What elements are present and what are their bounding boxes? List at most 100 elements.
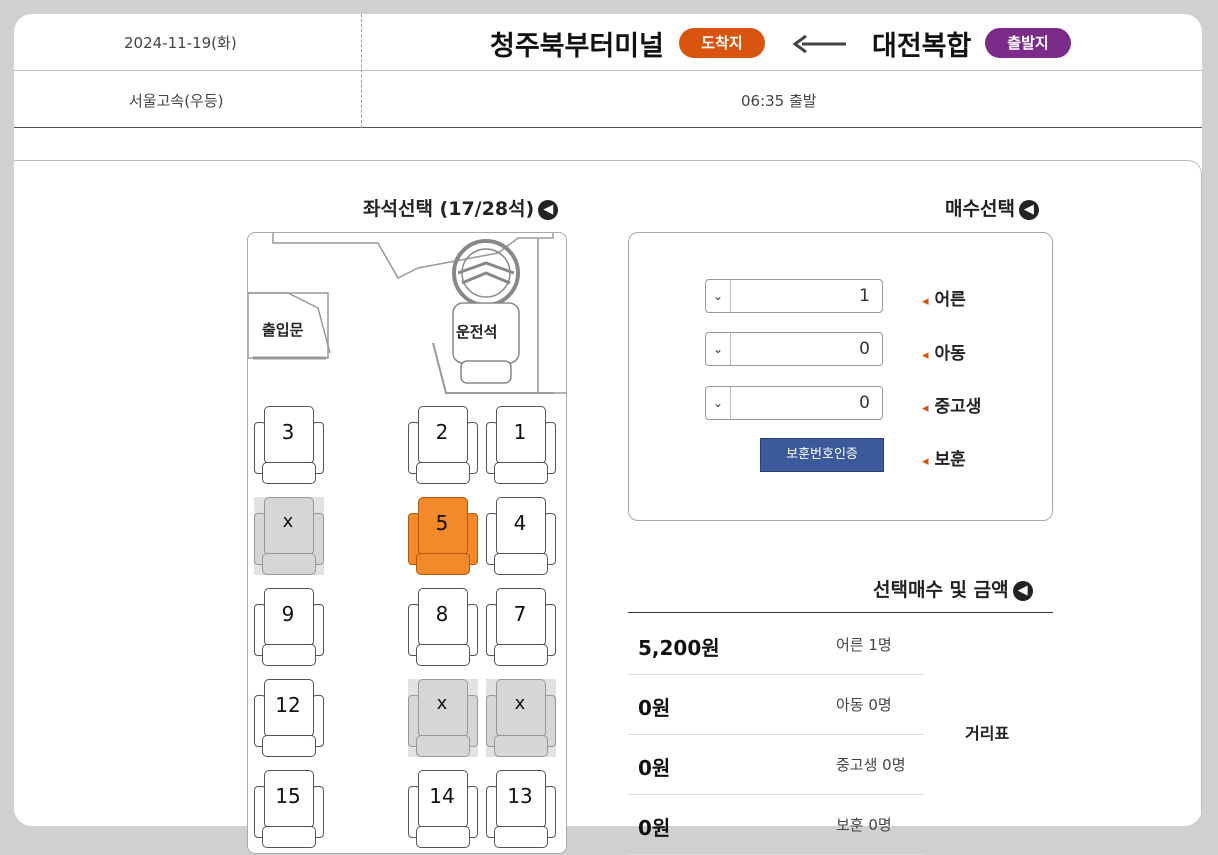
driver-seat-label: 운전석 xyxy=(456,323,498,341)
seat-section-title: 좌석선택 (17/28석) ◀ xyxy=(363,194,559,221)
child-count-value: 0 xyxy=(859,339,870,359)
bus-seat-map: 운전석 출입문 1 2 3 4 5 x 7 8 9 x x 12 13 14 15 xyxy=(247,232,567,854)
adult-count-value: 1 xyxy=(859,286,870,306)
amount-side-label: 거리표 xyxy=(965,724,1010,743)
veteran-label-text: 보훈 xyxy=(934,450,966,470)
departure-date: 2024-11-19(화) xyxy=(124,34,237,52)
seat-section-title-text: 좌석선택 (17/28석) xyxy=(363,198,535,220)
window-top-edge xyxy=(0,0,1218,12)
destination-badge: 도착지 xyxy=(679,28,765,58)
bullet-icon: ◂ xyxy=(922,454,929,469)
bullet-icon: ◂ xyxy=(922,401,929,416)
seat-number: 1 xyxy=(513,420,527,444)
seat-7[interactable]: 7 xyxy=(486,588,556,666)
seat-number: x xyxy=(514,693,526,714)
seat-cushion xyxy=(416,735,470,757)
seat-number: 2 xyxy=(435,420,449,444)
origin-terminal: 대전복합 xyxy=(872,31,972,62)
child-label: ◂ 아동 xyxy=(922,339,966,364)
student-label-text: 중고생 xyxy=(934,397,982,417)
seat-cushion xyxy=(494,553,548,575)
chevron-circle-icon: ◀ xyxy=(1012,580,1033,601)
seat-10: x xyxy=(486,679,556,757)
amount-row: 5,200원 어른 1명 xyxy=(628,614,924,675)
amount-money: 0원 xyxy=(638,756,671,780)
seat-number: 8 xyxy=(435,602,449,626)
seat-9[interactable]: 9 xyxy=(254,588,324,666)
seat-5[interactable]: 5 xyxy=(408,497,478,575)
seat-12[interactable]: 12 xyxy=(254,679,324,757)
seat-cushion xyxy=(416,644,470,666)
amount-money: 5,200원 xyxy=(638,636,720,660)
trip-info-row: 서울고속(우등) 06:35 출발 xyxy=(14,71,1202,128)
amount-type: 중고생 0명 xyxy=(836,756,906,774)
seat-number: x xyxy=(436,693,448,714)
bullet-icon: ◂ xyxy=(922,294,929,309)
seat-11: x xyxy=(408,679,478,757)
seat-cushion xyxy=(262,644,316,666)
seat-cushion xyxy=(262,735,316,757)
seat-14[interactable]: 14 xyxy=(408,770,478,848)
seat-number: 13 xyxy=(507,784,533,808)
bullet-icon: ◂ xyxy=(922,348,929,363)
count-section-title: 매수선택 ◀ xyxy=(945,194,1039,221)
seat-number: x xyxy=(282,511,294,532)
adult-label: ◂ 어른 xyxy=(922,285,966,310)
seat-number: 9 xyxy=(281,602,295,626)
arrow-left-icon xyxy=(792,34,846,54)
steering-wheel-icon xyxy=(452,239,520,307)
student-count-select[interactable]: ⌄ 0 xyxy=(705,386,883,420)
window-left-edge xyxy=(0,0,14,841)
route-header: 2024-11-19(화) 도착지 청주북부터미널 대전복합 출발지 xyxy=(14,14,1202,71)
seat-cushion xyxy=(494,462,548,484)
veteran-verify-button[interactable]: 보훈번호인증 xyxy=(760,438,884,472)
count-section-title-text: 매수선택 xyxy=(945,198,1015,220)
amount-row: 0원 아동 0명 xyxy=(628,674,924,735)
seat-6: x xyxy=(254,497,324,575)
seat-number: 12 xyxy=(275,693,301,717)
chevron-circle-icon: ◀ xyxy=(538,199,559,220)
door-label: 출입문 xyxy=(262,321,304,339)
seat-3[interactable]: 3 xyxy=(254,406,324,484)
seat-cushion xyxy=(416,826,470,848)
seat-cushion xyxy=(494,735,548,757)
seat-number: 3 xyxy=(281,420,295,444)
amount-section-title-text: 선택매수 및 금액 xyxy=(873,579,1009,601)
amount-money: 0원 xyxy=(638,696,671,720)
seat-8[interactable]: 8 xyxy=(408,588,478,666)
seat-number: 5 xyxy=(435,511,449,535)
caret-down-icon[interactable]: ⌄ xyxy=(706,280,731,312)
caret-down-icon[interactable]: ⌄ xyxy=(706,387,731,419)
bus-company: 서울고속(우등) xyxy=(129,92,224,110)
amount-money: 0원 xyxy=(638,816,671,840)
seat-4[interactable]: 4 xyxy=(486,497,556,575)
adult-label-text: 어른 xyxy=(934,290,966,310)
caret-down-icon[interactable]: ⌄ xyxy=(706,333,731,365)
destination-terminal: 청주북부터미널 xyxy=(490,31,664,62)
student-label: ◂ 중고생 xyxy=(922,392,981,417)
adult-count-select[interactable]: ⌄ 1 xyxy=(705,279,883,313)
veteran-label: ◂ 보훈 xyxy=(922,445,966,470)
seat-cushion xyxy=(262,553,316,575)
seat-number: 7 xyxy=(513,602,527,626)
header-divider xyxy=(361,14,362,128)
seat-number: 15 xyxy=(275,784,301,808)
student-count-value: 0 xyxy=(859,393,870,413)
chevron-circle-icon: ◀ xyxy=(1018,199,1039,220)
amount-table-top-border xyxy=(628,612,1053,613)
seat-number: 14 xyxy=(429,784,455,808)
child-count-select[interactable]: ⌄ 0 xyxy=(705,332,883,366)
seat-cushion xyxy=(494,826,548,848)
seat-number: 4 xyxy=(513,511,527,535)
seat-1[interactable]: 1 xyxy=(486,406,556,484)
seat-cushion xyxy=(262,462,316,484)
seat-2[interactable]: 2 xyxy=(408,406,478,484)
seat-cushion xyxy=(416,462,470,484)
seat-15[interactable]: 15 xyxy=(254,770,324,848)
seat-13[interactable]: 13 xyxy=(486,770,556,848)
count-box xyxy=(628,232,1053,521)
amount-row: 0원 보훈 0명 xyxy=(628,794,924,855)
origin-badge: 출발지 xyxy=(985,28,1071,58)
bus-front-outline xyxy=(248,233,566,394)
seat-cushion xyxy=(494,644,548,666)
